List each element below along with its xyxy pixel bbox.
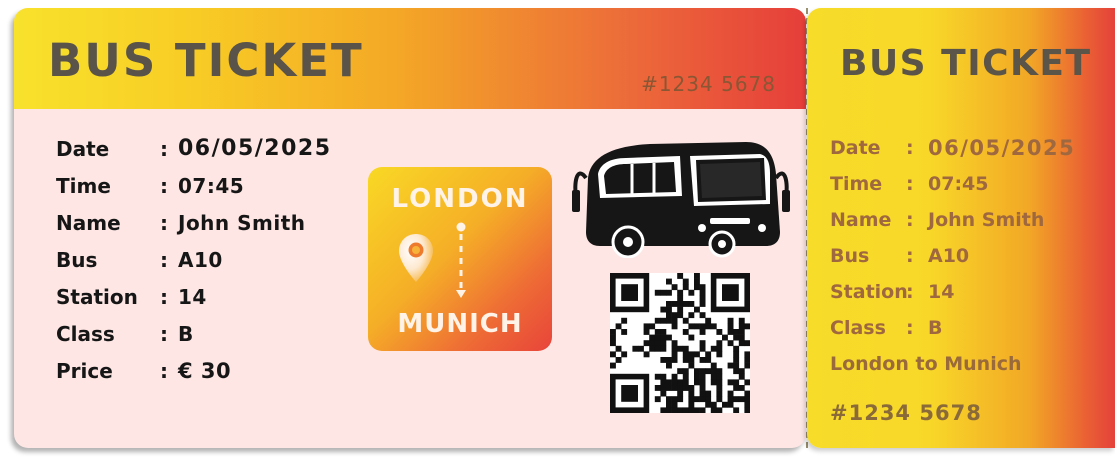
detail-row-bus: Bus : A10 bbox=[56, 241, 332, 278]
bus-ticket-main: BUS TICKET #1234 5678 Date : 06/05/2025 … bbox=[14, 8, 806, 448]
detail-value-name: John Smith bbox=[178, 210, 306, 235]
detail-value-date: 06/05/2025 bbox=[178, 136, 332, 161]
stub-row-name: Name : John Smith bbox=[830, 202, 1075, 238]
detail-label: Name bbox=[56, 210, 121, 235]
stub-label: Bus bbox=[830, 245, 870, 267]
stub-label: Station bbox=[830, 281, 908, 303]
stub-label: Class bbox=[830, 317, 886, 339]
detail-separator: : bbox=[160, 247, 168, 272]
detail-value-station: 14 bbox=[178, 284, 207, 309]
stub-label: Time bbox=[830, 173, 883, 195]
detail-separator: : bbox=[160, 136, 168, 161]
detail-separator: : bbox=[160, 358, 168, 383]
detail-row-time: Time : 07:45 bbox=[56, 167, 332, 204]
detail-label: Bus bbox=[56, 247, 98, 272]
detail-row-name: Name : John Smith bbox=[56, 204, 332, 241]
detail-label: Class bbox=[56, 321, 115, 346]
detail-label: Station bbox=[56, 284, 138, 309]
detail-label: Time bbox=[56, 173, 111, 198]
detail-value-price: € 30 bbox=[178, 358, 232, 383]
stub-value-class: B bbox=[928, 317, 943, 339]
qr-code bbox=[610, 273, 750, 413]
detail-separator: : bbox=[160, 284, 168, 309]
stub-separator: : bbox=[906, 209, 914, 231]
page: BUS TICKET #1234 5678 Date : 06/05/2025 … bbox=[0, 0, 1115, 459]
stub-separator: : bbox=[906, 137, 914, 159]
stub-value-bus: A10 bbox=[928, 245, 970, 267]
ticket-title: BUS TICKET bbox=[48, 34, 364, 87]
detail-label: Date bbox=[56, 136, 110, 161]
stub-separator: : bbox=[906, 317, 914, 339]
detail-value-time: 07:45 bbox=[178, 173, 245, 198]
detail-separator: : bbox=[160, 210, 168, 235]
stub-separator: : bbox=[906, 245, 914, 267]
detail-value-class: B bbox=[178, 321, 194, 346]
detail-row-class: Class : B bbox=[56, 315, 332, 352]
detail-row-date: Date : 06/05/2025 bbox=[56, 130, 332, 167]
ticket-number: #1234 5678 bbox=[641, 72, 776, 96]
stub-row-class: Class : B bbox=[830, 310, 1075, 346]
stub-value-time: 07:45 bbox=[928, 173, 989, 195]
stub-value-name: John Smith bbox=[928, 209, 1045, 231]
stub-row-station: Station : 14 bbox=[830, 274, 1075, 310]
route-origin: LONDON bbox=[391, 184, 529, 214]
route-path-icon bbox=[456, 222, 466, 298]
detail-row-station: Station : 14 bbox=[56, 278, 332, 315]
detail-label: Price bbox=[56, 358, 113, 383]
stub-row-time: Time : 07:45 bbox=[830, 166, 1075, 202]
route-card: LONDON MUNICH bbox=[368, 167, 552, 351]
detail-value-bus: A10 bbox=[178, 247, 223, 272]
detail-row-price: Price : € 30 bbox=[56, 352, 332, 389]
detail-separator: : bbox=[160, 173, 168, 198]
location-pin-icon bbox=[399, 234, 433, 282]
ticket-header: BUS TICKET #1234 5678 bbox=[14, 8, 806, 109]
stub-value-station: 14 bbox=[928, 281, 955, 303]
stub-separator: : bbox=[906, 281, 914, 303]
bus-ticket-stub: BUS TICKET Date : 06/05/2025 Time : 07:4… bbox=[807, 8, 1115, 448]
ticket-details: Date : 06/05/2025 Time : 07:45 Name : Jo… bbox=[56, 130, 332, 389]
route-destination: MUNICH bbox=[397, 309, 523, 339]
stub-row-date: Date : 06/05/2025 bbox=[830, 130, 1075, 166]
stub-row-bus: Bus : A10 bbox=[830, 238, 1075, 274]
stub-separator: : bbox=[906, 173, 914, 195]
bus-icon bbox=[572, 142, 790, 258]
detail-separator: : bbox=[160, 321, 168, 346]
stub-route: London to Munich bbox=[830, 353, 1022, 375]
stub-ticket-number: #1234 5678 bbox=[830, 401, 982, 425]
stub-label: Date bbox=[830, 137, 881, 159]
stub-label: Name bbox=[830, 209, 892, 231]
stub-value-date: 06/05/2025 bbox=[928, 136, 1076, 160]
stub-title: BUS TICKET bbox=[840, 43, 1092, 84]
stub-details: Date : 06/05/2025 Time : 07:45 Name : Jo… bbox=[830, 130, 1075, 346]
